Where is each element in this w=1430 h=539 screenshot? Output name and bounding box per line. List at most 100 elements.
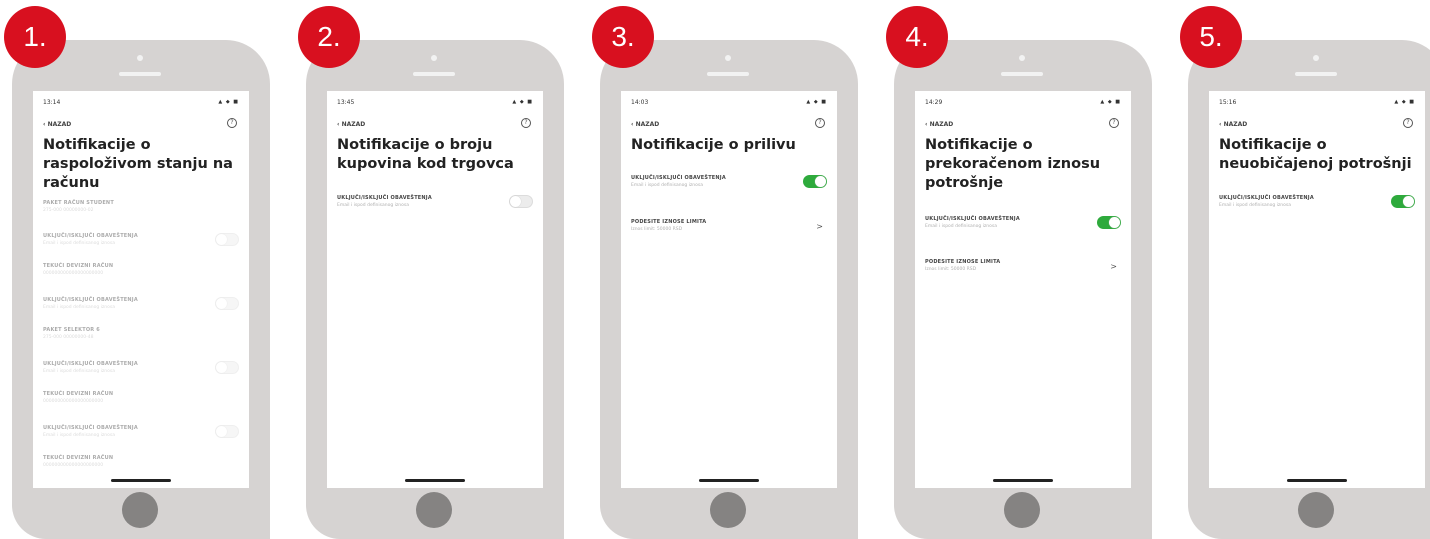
notification-toggle[interactable] <box>215 297 239 310</box>
account-row: PAKET RAČUN STUDENT 275-000 00000000-02 <box>43 200 239 213</box>
home-button[interactable] <box>1004 492 1040 528</box>
toggle-knob <box>1403 196 1414 207</box>
notification-toggle-row[interactable]: UKLJUČI/ISKLJUČI OBAVEŠTENJA Email i ispo… <box>337 195 533 208</box>
page-title-line: računu <box>43 175 100 191</box>
notification-toggle-row[interactable]: UKLJUČI/ISKLJUČI OBAVEŠTENJA Email i ispo… <box>43 297 239 310</box>
home-button[interactable] <box>1298 492 1334 528</box>
step-number-badge: 1. <box>4 6 66 68</box>
row-sublabel: Email i ispod definisanog iznosa <box>43 305 115 310</box>
notification-toggle-row[interactable]: UKLJUČI/ISKLJUČI OBAVEŠTENJA Email i ispo… <box>43 233 239 246</box>
status-time: 14:03 <box>631 99 649 106</box>
phone-frame: 15:16 ▲ ◆ ■ ‹ NAZAD? Notifikacije o neuobiča… <box>1188 40 1430 539</box>
page-title-line: Notifikacije o prilivu <box>631 137 796 153</box>
toggle-knob <box>216 234 227 245</box>
home-button[interactable] <box>710 492 746 528</box>
row-sublabel: Iznos limit: 50000 RSD <box>631 227 683 232</box>
phone-frame: 13:45 ▲ ◆ ■ ‹ NAZAD? Notifikacije o broju ku… <box>306 40 564 539</box>
status-icons: ▲ ◆ ■ <box>512 99 533 105</box>
row-label: PAKET RAČUN STUDENT <box>43 200 114 206</box>
camera-dot <box>725 55 731 61</box>
row-label: UKLJUČI/ISKLJUČI OBAVEŠTENJA <box>631 175 726 181</box>
camera-dot <box>137 55 143 61</box>
back-button[interactable]: ‹ NAZAD <box>631 121 659 128</box>
account-row: TEKUĆI DEVIZNI RAČUN 00000000000000000000… <box>43 455 239 468</box>
phone-panel-5: 5. 15:16 ▲ ◆ ■ ‹ NAZAD? Notifikacije o neuobi… <box>1180 0 1430 539</box>
page-title: Notifikacije o prekoračenom iznosu potrošn… <box>925 136 1131 193</box>
toggle-knob <box>1109 217 1120 228</box>
notification-toggle-row[interactable]: UKLJUČI/ISKLJUČI OBAVEŠTENJA Email i ispo… <box>1219 195 1415 208</box>
account-row: PAKET SELEKTOR 6 275-000 00000000-48 <box>43 327 239 340</box>
home-button[interactable] <box>122 492 158 528</box>
page-title-line: Notifikacije o <box>1219 137 1327 153</box>
status-icons: ▲ ◆ ■ <box>1100 99 1121 105</box>
help-circle-icon[interactable]: ? <box>815 118 825 128</box>
camera-dot <box>1019 55 1025 61</box>
earpiece-speaker <box>707 72 749 76</box>
phone-frame: 13:14 ▲ ◆ ■ ‹ NAZAD? Notifikacije o raspolož… <box>12 40 270 539</box>
row-sublabel: Email i ispod definisanog iznosa <box>631 183 703 188</box>
page-title-line: neuobičajenoj potrošnji <box>1219 156 1412 172</box>
notification-toggle-row[interactable]: UKLJUČI/ISKLJUČI OBAVEŠTENJA Email i ispo… <box>43 425 239 438</box>
limit-settings-row[interactable]: PODESITE IZNOSE LIMITA Iznos limit: 50000… <box>925 259 1121 272</box>
notification-toggle[interactable] <box>1097 216 1121 229</box>
row-label: UKLJUČI/ISKLJUČI OBAVEŠTENJA <box>337 195 432 201</box>
notification-toggle[interactable] <box>1391 195 1415 208</box>
notification-toggle-row[interactable]: UKLJUČI/ISKLJUČI OBAVEŠTENJA Email i ispo… <box>631 175 827 188</box>
notification-toggle-row[interactable]: UKLJUČI/ISKLJUČI OBAVEŠTENJA Email i ispo… <box>43 361 239 374</box>
step-number-badge: 2. <box>298 6 360 68</box>
toggle-knob <box>216 426 227 437</box>
phone-panel-3: 3. 14:03 ▲ ◆ ■ ‹ NAZAD? Notifikacije o prili… <box>592 0 872 539</box>
back-label: NAZAD <box>929 121 954 128</box>
earpiece-speaker <box>1001 72 1043 76</box>
row-sublabel: Iznos limit: 50000 RSD <box>925 267 977 272</box>
home-indicator-bar[interactable] <box>405 479 465 482</box>
help-circle-icon[interactable]: ? <box>1403 118 1413 128</box>
home-button[interactable] <box>416 492 452 528</box>
row-sublabel: 275-000 00000000-02 <box>43 208 94 213</box>
limit-settings-row[interactable]: PODESITE IZNOSE LIMITA Iznos limit: 50000… <box>631 219 827 232</box>
notification-toggle[interactable] <box>215 425 239 438</box>
account-row: TEKUĆI DEVIZNI RAČUN 00000000000000000000… <box>43 391 239 404</box>
row-label: TEKUĆI DEVIZNI RAČUN <box>43 455 114 461</box>
earpiece-speaker <box>1295 72 1337 76</box>
notification-toggle[interactable] <box>803 175 827 188</box>
phone-screen: 14:03 ▲ ◆ ■ ‹ NAZAD? Notifikacije o prilivu… <box>621 91 837 488</box>
notification-toggle[interactable] <box>509 195 533 208</box>
row-sublabel: 000000000000000000000 <box>43 399 104 404</box>
help-circle-icon[interactable]: ? <box>1109 118 1119 128</box>
back-button[interactable]: ‹ NAZAD <box>925 121 953 128</box>
notification-toggle[interactable] <box>215 233 239 246</box>
back-button[interactable]: ‹ NAZAD <box>337 121 365 128</box>
page-title-line: kupovina kod trgovca <box>337 156 514 172</box>
row-sublabel: 275-000 00000000-48 <box>43 335 94 340</box>
home-indicator-bar[interactable] <box>1287 479 1347 482</box>
earpiece-speaker <box>413 72 455 76</box>
notification-toggle[interactable] <box>215 361 239 374</box>
help-circle-icon[interactable]: ? <box>227 118 237 128</box>
row-label: UKLJUČI/ISKLJUČI OBAVEŠTENJA <box>925 216 1020 222</box>
status-bar: 13:45 ▲ ◆ ■ <box>337 99 533 109</box>
row-label: PODESITE IZNOSE LIMITA <box>631 219 707 225</box>
back-button[interactable]: ‹ NAZAD <box>43 121 71 128</box>
page-title-line: Notifikacije o broju <box>337 137 493 153</box>
toggle-knob <box>510 196 521 207</box>
phone-frame: 14:03 ▲ ◆ ■ ‹ NAZAD? Notifikacije o prilivu… <box>600 40 858 539</box>
row-label: TEKUĆI DEVIZNI RAČUN <box>43 263 114 269</box>
notification-toggle-row[interactable]: UKLJUČI/ISKLJUČI OBAVEŠTENJA Email i ispo… <box>925 216 1121 229</box>
home-indicator-bar[interactable] <box>111 479 171 482</box>
page-title-line: Notifikacije o <box>43 137 151 153</box>
row-sublabel: Email i ispod definisanog iznosa <box>43 433 115 438</box>
phone-panel-1: 1. 13:14 ▲ ◆ ■ ‹ NAZAD? Notifikacije o raspol… <box>4 0 284 539</box>
page-title-line: prekoračenom iznosu <box>925 156 1101 172</box>
phone-screen: 14:29 ▲ ◆ ■ ‹ NAZAD? Notifikacije o prekorač… <box>915 91 1131 488</box>
row-label: UKLJUČI/ISKLJUČI OBAVEŠTENJA <box>1219 195 1314 201</box>
home-indicator-bar[interactable] <box>993 479 1053 482</box>
help-circle-icon[interactable]: ? <box>521 118 531 128</box>
back-button[interactable]: ‹ NAZAD <box>1219 121 1247 128</box>
row-label: UKLJUČI/ISKLJUČI OBAVEŠTENJA <box>43 425 138 431</box>
back-label: NAZAD <box>47 121 72 128</box>
home-indicator-bar[interactable] <box>699 479 759 482</box>
status-icons: ▲ ◆ ■ <box>218 99 239 105</box>
page-title-line: raspoloživom stanju na <box>43 156 233 172</box>
back-label: NAZAD <box>1223 121 1248 128</box>
